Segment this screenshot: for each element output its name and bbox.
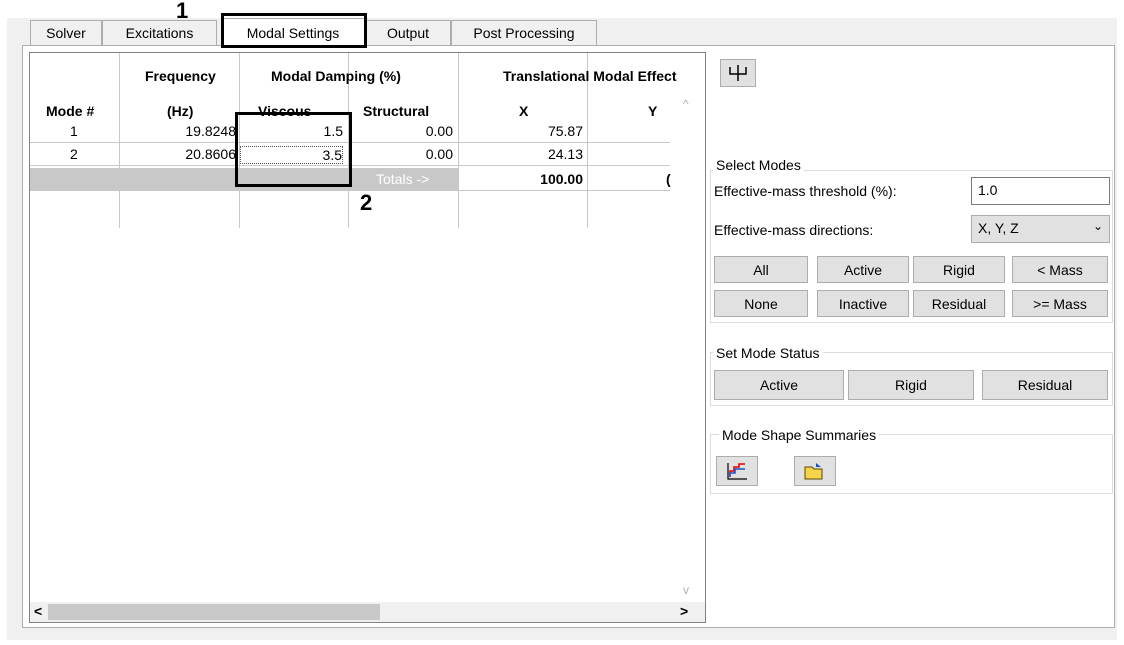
grid-line xyxy=(119,53,120,228)
header-x: X xyxy=(519,103,529,119)
threshold-input[interactable]: 1.0 xyxy=(971,177,1110,205)
scrollbar-thumb[interactable] xyxy=(48,604,380,620)
tab-output[interactable]: Output xyxy=(365,20,451,45)
chevron-down-icon: ⌄ xyxy=(1092,219,1103,233)
all-button[interactable]: All xyxy=(714,256,808,283)
row2-mode: 2 xyxy=(70,146,78,162)
threshold-label: Effective-mass threshold (%): xyxy=(714,183,897,199)
scroll-right-icon[interactable]: > xyxy=(680,603,688,619)
tab-excitations[interactable]: Excitations xyxy=(102,20,217,45)
select-modes-title: Select Modes xyxy=(713,157,804,173)
modal-table[interactable]: Frequency Modal Damping (%) Translationa… xyxy=(29,52,706,623)
active-button[interactable]: Active xyxy=(817,256,909,283)
highlight-viscous-box xyxy=(235,112,352,187)
set-mode-status-title: Set Mode Status xyxy=(713,345,823,361)
grid-line xyxy=(30,190,670,191)
directions-value: X, Y, Z xyxy=(978,220,1019,236)
totals-y: ( xyxy=(666,171,671,187)
grid-line xyxy=(458,53,459,228)
status-active-button[interactable]: Active xyxy=(714,370,844,400)
row2-structural[interactable]: 0.00 xyxy=(350,146,453,162)
tab-label: Post Processing xyxy=(473,25,575,41)
header-translational: Translational Modal Effect xyxy=(503,68,677,84)
row1-structural[interactable]: 0.00 xyxy=(350,123,453,139)
directions-select[interactable]: X, Y, Z ⌄ xyxy=(971,215,1110,243)
totals-label: Totals -> xyxy=(376,171,430,187)
scroll-down-icon[interactable]: v xyxy=(683,583,689,597)
highlight-tab-box xyxy=(221,13,367,48)
header-hz: (Hz) xyxy=(167,103,194,119)
totals-x: 100.00 xyxy=(540,171,583,187)
status-rigid-button[interactable]: Rigid xyxy=(848,370,974,400)
header-structural: Structural xyxy=(363,103,430,119)
header-y: Y xyxy=(648,103,658,119)
row1-x: 75.87 xyxy=(547,123,583,139)
inactive-button[interactable]: Inactive xyxy=(817,290,909,317)
chart-icon[interactable] xyxy=(716,456,758,486)
tab-label: Solver xyxy=(46,25,86,41)
row1-frequency: 19.8248 xyxy=(185,123,236,139)
tab-post-processing[interactable]: Post Processing xyxy=(451,20,597,45)
residual-button[interactable]: Residual xyxy=(913,290,1005,317)
greater-equal-mass-button[interactable]: >= Mass xyxy=(1012,290,1108,317)
tab-solver[interactable]: Solver xyxy=(30,20,102,45)
scroll-up-icon[interactable]: ^ xyxy=(683,97,689,111)
scroll-left-icon[interactable]: < xyxy=(34,603,42,619)
callout-1: 1 xyxy=(176,0,189,23)
tab-label: Excitations xyxy=(125,25,194,41)
row2-x: 24.13 xyxy=(547,146,583,162)
less-mass-button[interactable]: < Mass xyxy=(1012,256,1108,283)
split-view-icon[interactable] xyxy=(720,59,756,87)
none-button[interactable]: None xyxy=(714,290,808,317)
open-folder-icon[interactable] xyxy=(794,456,836,486)
rigid-button[interactable]: Rigid xyxy=(913,256,1005,283)
header-mode: Mode # xyxy=(46,103,95,119)
status-residual-button[interactable]: Residual xyxy=(982,370,1108,400)
header-modal-damping: Modal Damping (%) xyxy=(271,68,401,84)
row1-mode: 1 xyxy=(70,123,78,139)
callout-2: 2 xyxy=(360,190,373,215)
mode-shape-summaries-group xyxy=(710,434,1113,494)
tab-label: Output xyxy=(386,25,430,41)
row2-frequency: 20.8606 xyxy=(185,146,236,162)
header-frequency: Frequency xyxy=(145,68,216,84)
directions-label: Effective-mass directions: xyxy=(714,222,874,238)
mode-shape-summaries-title: Mode Shape Summaries xyxy=(719,427,880,443)
